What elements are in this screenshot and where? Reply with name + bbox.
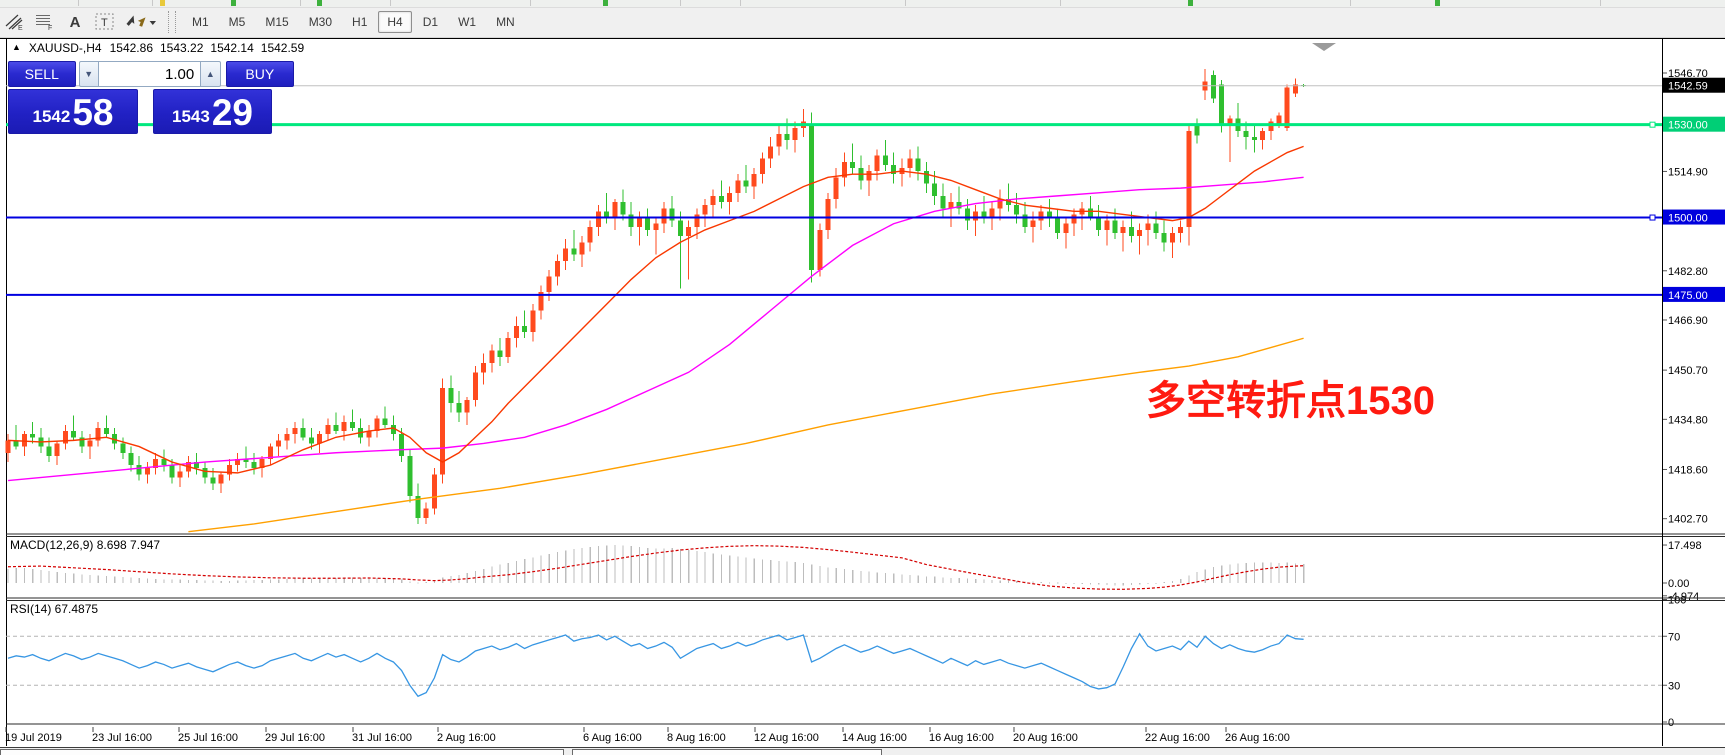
macd-axis-label: 0.00 bbox=[1668, 578, 1689, 590]
minimized-window-bar[interactable] bbox=[572, 749, 882, 755]
sell-button[interactable]: SELL bbox=[8, 61, 76, 87]
bottom-window-strip bbox=[0, 747, 1725, 755]
ask-pips: 29 bbox=[212, 96, 253, 130]
time-tick-label: 16 Aug 16:00 bbox=[929, 732, 994, 744]
rsi-label: RSI(14) 67.4875 bbox=[10, 602, 98, 616]
hline-handle[interactable] bbox=[1650, 122, 1655, 127]
price-badge-label: 1500.00 bbox=[1668, 213, 1708, 225]
price-badge-label: 1530.00 bbox=[1668, 120, 1708, 132]
minimized-window-bar[interactable] bbox=[0, 749, 564, 755]
volume-increase-button[interactable]: ▲ bbox=[200, 61, 220, 87]
time-tick-label: 20 Aug 16:00 bbox=[1013, 732, 1078, 744]
time-tick-label: 19 Jul 2019 bbox=[5, 732, 62, 744]
symbol-name: XAUUSD-,H4 bbox=[29, 41, 102, 55]
rsi-axis-label: 30 bbox=[1668, 680, 1680, 692]
buy-button[interactable]: BUY bbox=[226, 61, 294, 87]
bid-main: 1542 bbox=[33, 107, 71, 127]
hline-handle[interactable] bbox=[1650, 215, 1655, 220]
time-tick-label: 2 Aug 16:00 bbox=[437, 732, 496, 744]
time-tick-label: 23 Jul 16:00 bbox=[92, 732, 152, 744]
time-tick-label: 29 Jul 16:00 bbox=[265, 732, 325, 744]
time-tick-label: 22 Aug 16:00 bbox=[1145, 732, 1210, 744]
symbol-header: ▲ XAUUSD-,H4 1542.86 1543.22 1542.14 154… bbox=[12, 41, 304, 55]
time-tick-label: 8 Aug 16:00 bbox=[667, 732, 726, 744]
time-tick-label: 14 Aug 16:00 bbox=[842, 732, 907, 744]
time-tick-label: 25 Jul 16:00 bbox=[178, 732, 238, 744]
volume-decrease-button[interactable]: ▼ bbox=[79, 61, 99, 87]
bid-pips: 58 bbox=[72, 96, 113, 130]
chart-annotation[interactable]: 多空转折点1530 bbox=[1146, 368, 1435, 426]
ask-main: 1543 bbox=[172, 107, 210, 127]
time-tick-label: 26 Aug 16:00 bbox=[1225, 732, 1290, 744]
price-badge-label: 1542.59 bbox=[1668, 81, 1708, 93]
price-tick-label: 1402.70 bbox=[1668, 514, 1708, 526]
price-tick-label: 1434.80 bbox=[1668, 414, 1708, 426]
chart-window-bg bbox=[6, 38, 1725, 746]
price-tick-label: 1482.80 bbox=[1668, 266, 1708, 278]
price-tick-label: 1418.60 bbox=[1668, 464, 1708, 476]
price-tick-label: 1514.90 bbox=[1668, 166, 1708, 178]
macd-label: MACD(12,26,9) 8.698 7.947 bbox=[10, 538, 160, 552]
mt4-window: E F A T M1M5M15M30H1H4D1W1MN 1546.701514… bbox=[0, 0, 1725, 755]
rsi-axis-label: 0 bbox=[1668, 717, 1674, 729]
time-tick-label: 6 Aug 16:00 bbox=[583, 732, 642, 744]
price-badge-label: 1475.00 bbox=[1668, 290, 1708, 302]
ohlc-high: 1543.22 bbox=[160, 41, 203, 55]
rsi-axis-label: 70 bbox=[1668, 631, 1680, 643]
ohlc-low: 1542.14 bbox=[210, 41, 253, 55]
price-tick-label: 1450.70 bbox=[1668, 365, 1708, 377]
time-tick-label: 12 Aug 16:00 bbox=[754, 732, 819, 744]
price-tick-label: 1466.90 bbox=[1668, 315, 1708, 327]
time-tick-label: 31 Jul 16:00 bbox=[352, 732, 412, 744]
macd-axis-label: 17.498 bbox=[1668, 540, 1702, 552]
bid-quote[interactable]: 1542 58 bbox=[8, 89, 138, 134]
ask-quote[interactable]: 1543 29 bbox=[153, 89, 272, 134]
collapse-panel-icon[interactable]: ▲ bbox=[12, 42, 21, 55]
one-click-trading-panel: SELL ▼ 1.00 ▲ BUY 1542 58 1543 29 bbox=[8, 61, 294, 134]
volume-input[interactable]: 1.00 bbox=[99, 61, 200, 87]
ohlc-close: 1542.59 bbox=[261, 41, 304, 55]
ohlc-open: 1542.86 bbox=[110, 41, 153, 55]
